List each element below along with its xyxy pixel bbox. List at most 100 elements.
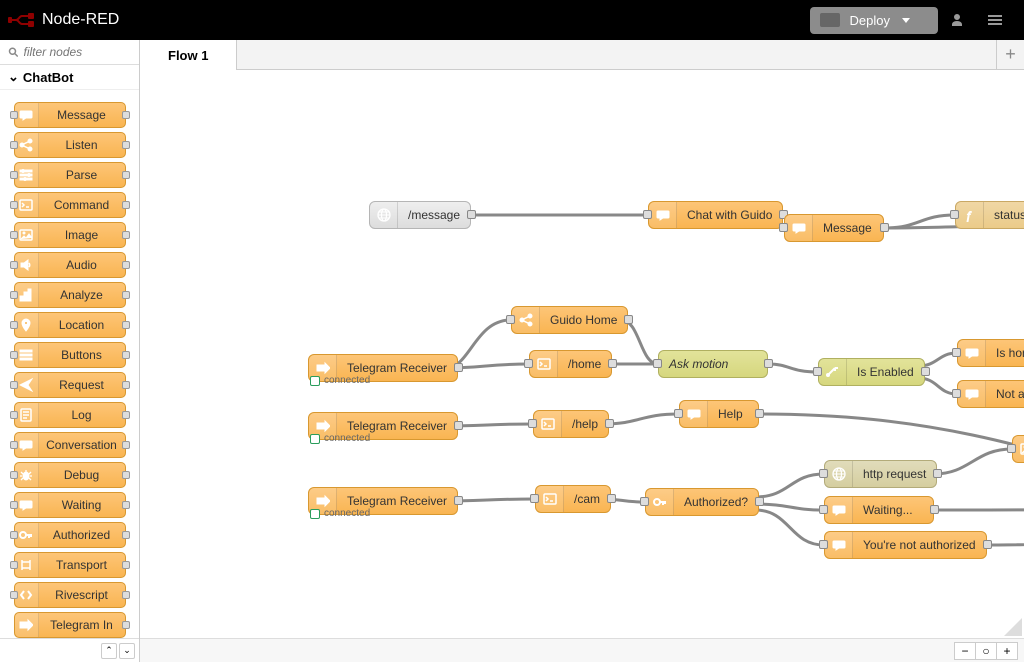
palette-label: Waiting bbox=[39, 498, 125, 512]
node-label: Not at home bbox=[986, 387, 1024, 401]
node-s200[interactable]: status 200 bbox=[955, 201, 1024, 229]
f-icon bbox=[956, 202, 984, 228]
key-icon bbox=[646, 489, 674, 515]
port-out[interactable] bbox=[454, 363, 463, 372]
palette-command[interactable]: Command bbox=[14, 192, 126, 218]
zoom-in-button[interactable]: + bbox=[996, 642, 1018, 660]
collapse-all-button[interactable]: ⌃ bbox=[101, 643, 117, 659]
node-label: Telegram Receiver bbox=[337, 361, 457, 375]
palette-image[interactable]: Image bbox=[14, 222, 126, 248]
node-httpreq[interactable]: http request bbox=[824, 460, 937, 488]
node-nhome[interactable]: Not at home bbox=[957, 380, 1024, 408]
deploy-button[interactable]: Deploy bbox=[810, 7, 938, 34]
port-in[interactable] bbox=[506, 315, 515, 324]
port-out[interactable] bbox=[605, 419, 614, 428]
palette-request[interactable]: Request bbox=[14, 372, 126, 398]
palette-debug[interactable]: Debug bbox=[14, 462, 126, 488]
port-out[interactable] bbox=[454, 421, 463, 430]
node-authz[interactable]: Authorized? bbox=[645, 488, 759, 516]
palette-listen[interactable]: Listen bbox=[14, 132, 126, 158]
port-in[interactable] bbox=[819, 469, 828, 478]
port-out[interactable] bbox=[983, 540, 992, 549]
port-out[interactable] bbox=[755, 409, 764, 418]
node-notauth[interactable]: You're not authorized bbox=[824, 531, 987, 559]
filter-input[interactable] bbox=[23, 45, 131, 59]
wire bbox=[768, 364, 818, 372]
port-in[interactable] bbox=[653, 359, 662, 368]
expand-all-button[interactable]: ⌄ bbox=[119, 643, 135, 659]
port-out[interactable] bbox=[764, 359, 773, 368]
port-in[interactable] bbox=[819, 540, 828, 549]
brand-text: Node-RED bbox=[42, 11, 119, 29]
port-in bbox=[10, 291, 18, 299]
wire bbox=[934, 505, 1024, 510]
node-home[interactable]: /home bbox=[529, 350, 612, 378]
port-in[interactable] bbox=[952, 348, 961, 357]
palette-analyze[interactable]: Analyze bbox=[14, 282, 126, 308]
palette-authorized[interactable]: Authorized bbox=[14, 522, 126, 548]
palette-waiting[interactable]: Waiting bbox=[14, 492, 126, 518]
flow-canvas[interactable]: /message Chat with GuidoMessage status 200… bbox=[140, 70, 1024, 638]
palette-audio[interactable]: Audio bbox=[14, 252, 126, 278]
port-in[interactable] bbox=[819, 505, 828, 514]
port-in[interactable] bbox=[779, 223, 788, 232]
node-isen[interactable]: Is Enabled bbox=[818, 358, 925, 386]
chart-icon bbox=[15, 283, 39, 307]
palette-label: Telegram In bbox=[39, 618, 125, 632]
palette-location[interactable]: Location bbox=[14, 312, 126, 338]
port-in[interactable] bbox=[1007, 444, 1016, 453]
bubble-icon bbox=[680, 401, 708, 427]
palette-buttons[interactable]: Buttons bbox=[14, 342, 126, 368]
port-out[interactable] bbox=[607, 494, 616, 503]
palette-rivescript[interactable]: Rivescript bbox=[14, 582, 126, 608]
node-ishome[interactable]: Is home bbox=[957, 339, 1024, 367]
bubble-icon bbox=[958, 381, 986, 407]
port-in[interactable] bbox=[643, 210, 652, 219]
palette-transport[interactable]: Transport bbox=[14, 552, 126, 578]
port-out[interactable] bbox=[608, 359, 617, 368]
category-toggle[interactable]: ⌄ ChatBot bbox=[0, 65, 139, 90]
node-askm[interactable]: Ask motion bbox=[658, 350, 768, 378]
node-wait[interactable]: Waiting... bbox=[824, 496, 934, 524]
palette-label: Log bbox=[39, 408, 125, 422]
node-cam[interactable]: /cam bbox=[535, 485, 611, 513]
terminal-icon bbox=[534, 411, 562, 437]
node-img[interactable]: Image bbox=[1012, 435, 1024, 463]
node-chatG[interactable]: Chat with Guido bbox=[648, 201, 783, 229]
canvas-viewport[interactable]: /message Chat with GuidoMessage status 200… bbox=[140, 70, 1024, 638]
node-helpM[interactable]: Help bbox=[679, 400, 759, 428]
port-in[interactable] bbox=[952, 389, 961, 398]
palette-parse[interactable]: Parse bbox=[14, 162, 126, 188]
port-in[interactable] bbox=[528, 419, 537, 428]
zoom-reset-button[interactable]: ○ bbox=[975, 642, 997, 660]
switch-icon bbox=[819, 359, 847, 385]
palette-conversation[interactable]: Conversation bbox=[14, 432, 126, 458]
add-tab-button[interactable]: + bbox=[996, 40, 1024, 69]
port-in[interactable] bbox=[524, 359, 533, 368]
port-out[interactable] bbox=[454, 496, 463, 505]
tab-flow-1[interactable]: Flow 1 bbox=[140, 40, 237, 70]
node-msgIn[interactable]: /message bbox=[369, 201, 471, 229]
port-out[interactable] bbox=[755, 497, 764, 506]
user-icon[interactable] bbox=[938, 0, 976, 40]
port-in[interactable] bbox=[674, 409, 683, 418]
port-in[interactable] bbox=[530, 494, 539, 503]
port-out[interactable] bbox=[880, 223, 889, 232]
port-out[interactable] bbox=[930, 505, 939, 514]
port-out[interactable] bbox=[624, 315, 633, 324]
port-out[interactable] bbox=[467, 210, 476, 219]
palette-message[interactable]: Message bbox=[14, 102, 126, 128]
port-out[interactable] bbox=[933, 469, 942, 478]
node-help[interactable]: /help bbox=[533, 410, 609, 438]
port-out[interactable] bbox=[921, 367, 930, 376]
port-in[interactable] bbox=[950, 210, 959, 219]
menu-icon[interactable] bbox=[976, 0, 1014, 40]
node-ghome[interactable]: Guido Home bbox=[511, 306, 628, 334]
zoom-out-button[interactable]: − bbox=[954, 642, 976, 660]
port-out bbox=[122, 171, 130, 179]
node-msg[interactable]: Message bbox=[784, 214, 884, 242]
port-in[interactable] bbox=[813, 367, 822, 376]
port-in[interactable] bbox=[640, 497, 649, 506]
palette-log[interactable]: Log bbox=[14, 402, 126, 428]
palette-telegram-in[interactable]: Telegram In bbox=[14, 612, 126, 638]
